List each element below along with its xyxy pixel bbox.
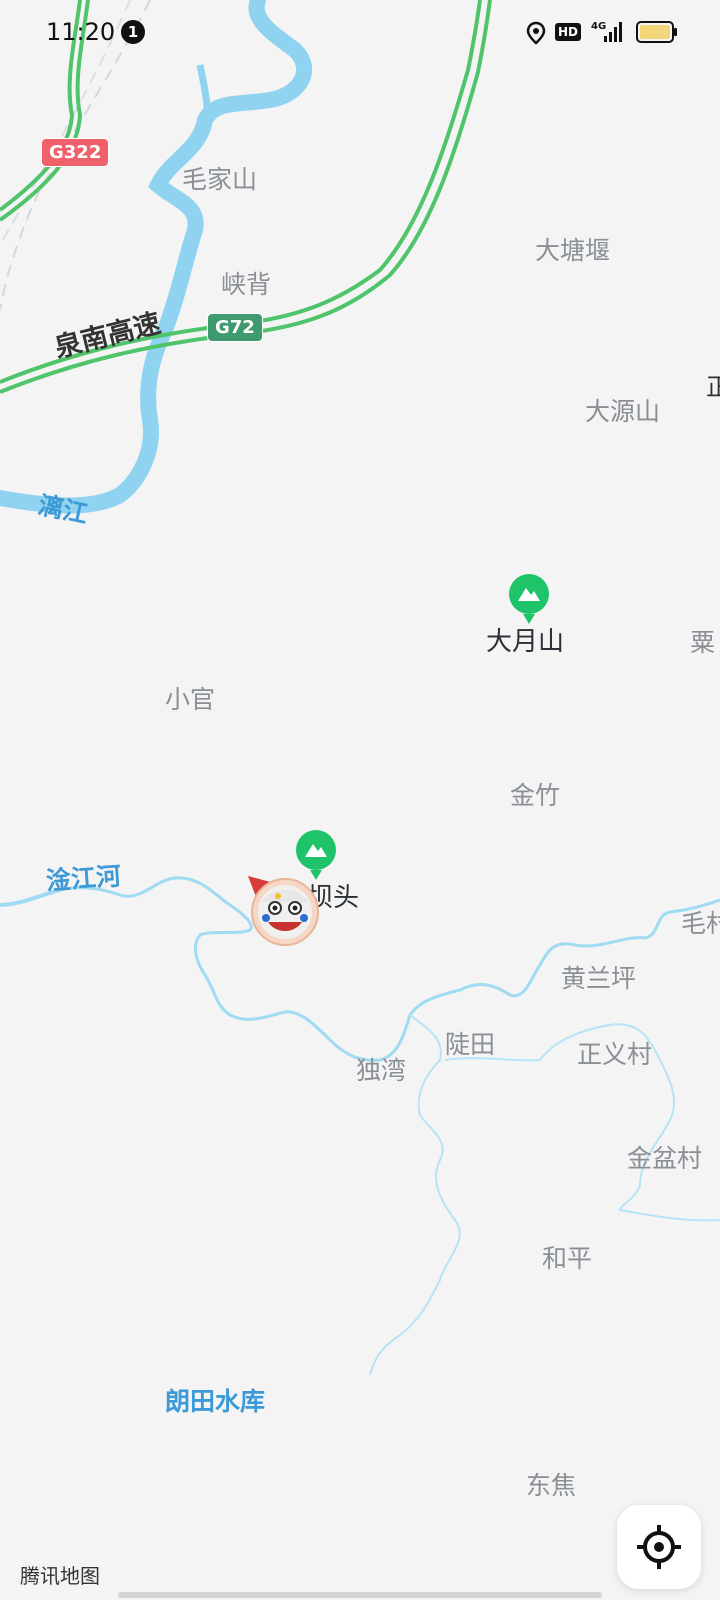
- place-label-edge: 粟: [690, 628, 716, 657]
- reservoir-label: 朗田水库: [165, 1387, 266, 1416]
- place-label-edge: 毛村: [681, 909, 720, 938]
- map-watermark: 腾讯地图: [20, 1564, 100, 1588]
- place-label: 大源山: [585, 397, 661, 426]
- notification-badge: 1: [121, 20, 145, 44]
- home-indicator[interactable]: [118, 1592, 602, 1598]
- place-label-edge: 正: [706, 373, 720, 401]
- river-label-ganjiang: 淦江河: [45, 861, 122, 896]
- poi-pin-dayueshan[interactable]: [509, 574, 549, 624]
- hd-badge: HD: [555, 23, 582, 41]
- signal-icon: 4G: [591, 21, 622, 42]
- place-label: 独湾: [356, 1056, 407, 1085]
- place-label: 正义村: [577, 1040, 653, 1069]
- map-canvas[interactable]: [0, 0, 720, 1600]
- place-label: 金竹: [510, 781, 561, 810]
- location-icon: [526, 21, 546, 45]
- battery-icon: [636, 21, 677, 43]
- place-label: 和平: [542, 1244, 593, 1273]
- crosshair-icon: [637, 1525, 681, 1569]
- clock: 11:20: [46, 18, 116, 46]
- locate-button[interactable]: [617, 1505, 701, 1589]
- li-river: [0, 0, 313, 514]
- svg-text:4G: 4G: [591, 21, 606, 32]
- place-label: 黄兰坪: [561, 964, 637, 993]
- place-label: 毛家山: [182, 165, 258, 194]
- shield-g72[interactable]: G72: [207, 313, 263, 342]
- user-avatar-marker[interactable]: [248, 872, 322, 946]
- place-label: 陡田: [445, 1030, 496, 1059]
- poi-label-dayueshan[interactable]: 大月山: [486, 629, 564, 655]
- place-label: 金盆村: [627, 1144, 703, 1173]
- shield-g322[interactable]: G322: [41, 138, 110, 167]
- status-bar: 11:20 1 HD 4G: [0, 0, 720, 64]
- place-label: 小官: [165, 685, 216, 714]
- place-label: 峡背: [221, 270, 272, 299]
- place-label: 大塘堰: [535, 236, 611, 265]
- place-label: 东焦: [526, 1471, 577, 1500]
